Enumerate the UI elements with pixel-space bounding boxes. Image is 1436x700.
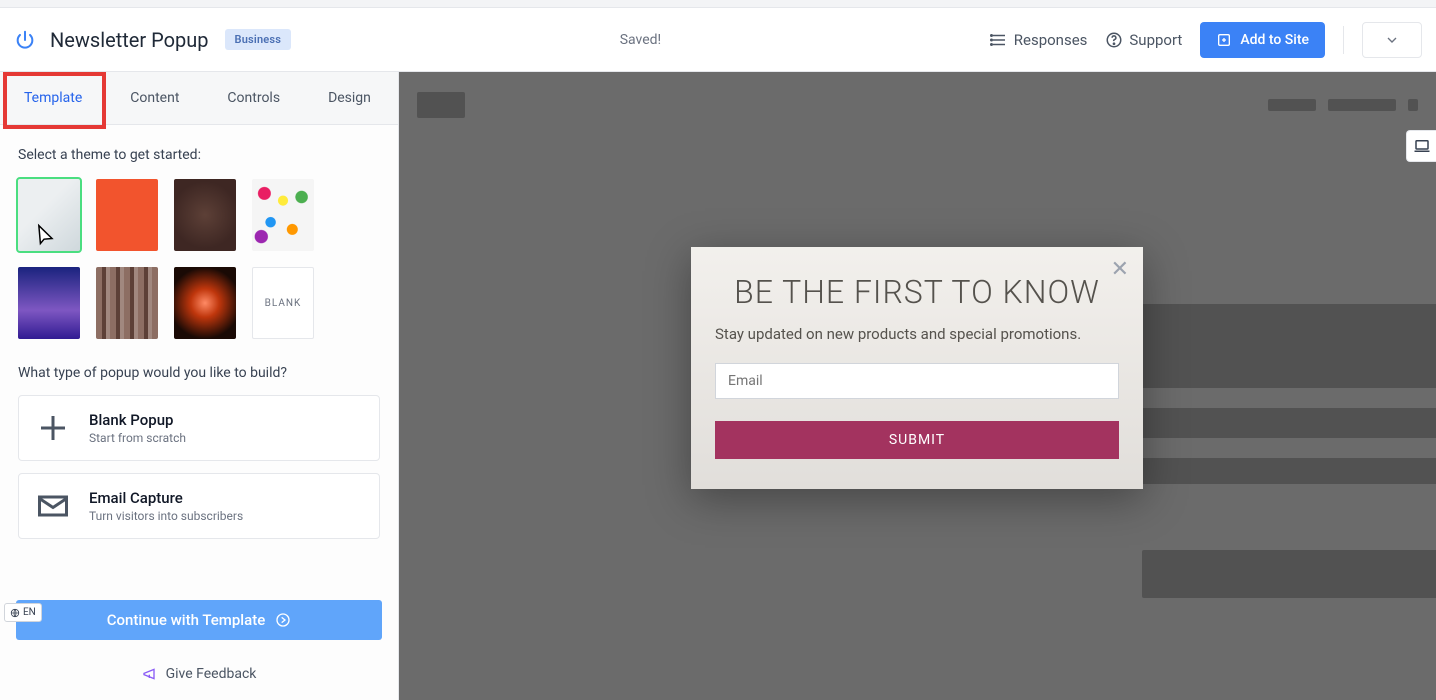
preview-skeleton <box>1142 550 1436 598</box>
cursor-icon <box>35 222 58 251</box>
save-status: Saved! <box>291 32 990 48</box>
feedback-label: Give Feedback <box>166 666 257 682</box>
device-preview-toggle[interactable] <box>1406 130 1436 162</box>
plan-badge: Business <box>225 29 292 50</box>
theme-bookshelf[interactable] <box>96 267 158 339</box>
theme-light-hangers[interactable] <box>18 179 80 251</box>
header-actions: Responses Support Add to Site <box>990 22 1422 58</box>
theme-sparkler[interactable] <box>174 267 236 339</box>
header-divider <box>1343 26 1344 54</box>
responses-label: Responses <box>1014 31 1088 49</box>
preview-skeleton <box>417 92 465 118</box>
theme-orange[interactable] <box>96 179 158 251</box>
header-dropdown[interactable] <box>1362 22 1422 58</box>
theme-mountains-night[interactable] <box>18 267 80 339</box>
theme-gold-burst[interactable] <box>174 179 236 251</box>
language-badge[interactable]: EN <box>4 603 42 622</box>
option-title: Blank Popup <box>89 411 186 429</box>
app-logo-icon <box>14 29 36 51</box>
tab-design[interactable]: Design <box>304 72 395 124</box>
popup-heading: BE THE FIRST TO KNOW <box>715 273 1119 311</box>
template-panel: Select a theme to get started: BLANK Wha… <box>0 125 398 600</box>
tab-template[interactable]: Template <box>0 72 106 124</box>
preview-skeleton <box>1268 99 1316 111</box>
app-header: Newsletter Popup Business Saved! Respons… <box>0 8 1436 72</box>
give-feedback-link[interactable]: Give Feedback <box>16 658 382 690</box>
popup-close-button[interactable]: ✕ <box>1111 257 1129 282</box>
popup-type-heading: What type of popup would you like to bui… <box>18 365 380 381</box>
add-to-site-label: Add to Site <box>1240 32 1309 48</box>
app-title: Newsletter Popup <box>50 28 209 52</box>
option-subtitle: Turn visitors into subscribers <box>89 509 243 523</box>
sidebar-tabs: Template Content Controls Design <box>0 72 398 125</box>
app-body: Template Content Controls Design Select … <box>0 72 1436 700</box>
tab-controls[interactable]: Controls <box>203 72 304 124</box>
theme-blank[interactable]: BLANK <box>252 267 314 339</box>
preview-skeleton <box>1408 99 1418 111</box>
popup-email-input[interactable] <box>715 363 1119 399</box>
language-label: EN <box>23 607 36 618</box>
select-theme-heading: Select a theme to get started: <box>18 147 380 163</box>
theme-grid: BLANK <box>18 179 380 339</box>
responses-link[interactable]: Responses <box>990 31 1088 49</box>
continue-button[interactable]: Continue with Template <box>16 600 382 640</box>
continue-label: Continue with Template <box>107 611 266 629</box>
popup-submit-label: SUBMIT <box>889 432 945 448</box>
sidebar-footer: Continue with Template Give Feedback <box>0 600 398 700</box>
support-label: Support <box>1129 31 1182 49</box>
option-title: Email Capture <box>89 489 243 507</box>
popup-submit-button[interactable]: SUBMIT <box>715 421 1119 459</box>
popup-subheading: Stay updated on new products and special… <box>715 325 1119 343</box>
option-email-capture[interactable]: Email Capture Turn visitors into subscri… <box>18 473 380 539</box>
option-blank-popup[interactable]: Blank Popup Start from scratch <box>18 395 380 461</box>
theme-blank-label: BLANK <box>253 268 313 338</box>
option-subtitle: Start from scratch <box>89 431 186 445</box>
tab-content[interactable]: Content <box>106 72 203 124</box>
envelope-icon <box>35 488 71 524</box>
preview-topbar <box>399 88 1436 122</box>
add-to-site-button[interactable]: Add to Site <box>1200 22 1325 58</box>
plus-icon <box>35 410 71 446</box>
theme-umbrellas[interactable] <box>252 179 314 251</box>
preview-canvas: ✕ BE THE FIRST TO KNOW Stay updated on n… <box>399 72 1436 700</box>
preview-skeleton <box>1328 99 1396 111</box>
popup-preview: ✕ BE THE FIRST TO KNOW Stay updated on n… <box>691 247 1143 489</box>
sidebar: Template Content Controls Design Select … <box>0 72 399 700</box>
support-link[interactable]: Support <box>1105 31 1182 49</box>
window-top-strip <box>0 0 1436 8</box>
